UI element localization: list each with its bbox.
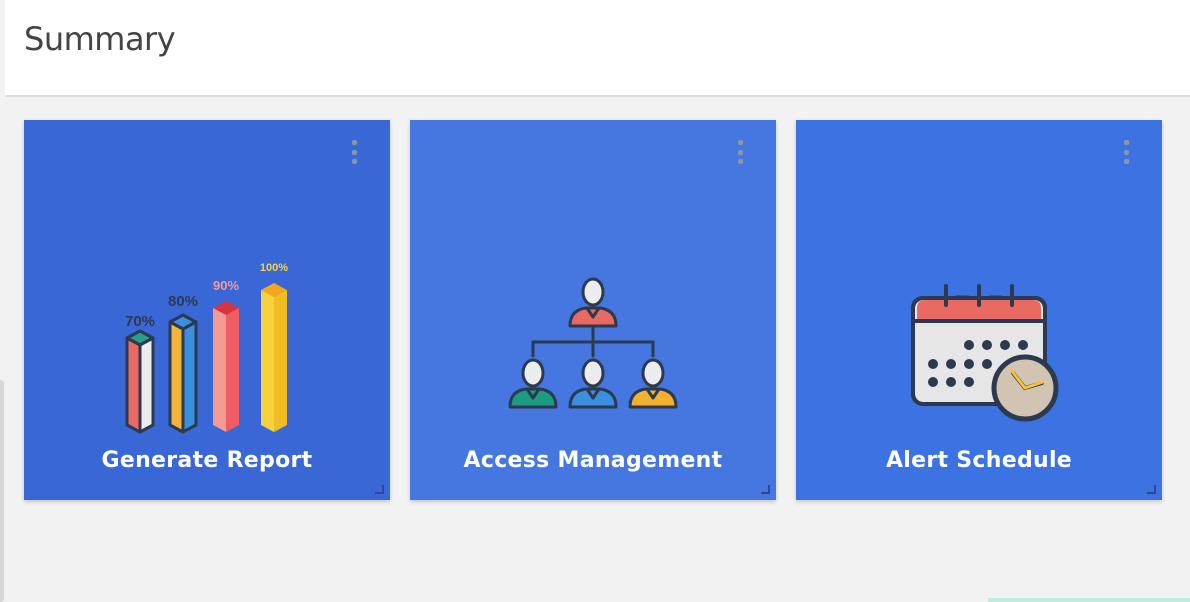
bar-chart-report-icon: 70% 80% 90% 100% <box>125 262 288 434</box>
user-middle-icon <box>568 358 618 409</box>
page-title: Summary <box>24 20 176 58</box>
tile-label: Access Management <box>463 448 723 473</box>
tile-label: Generate Report <box>101 448 313 473</box>
bar-value-label: 80% <box>168 293 198 310</box>
calendar-clock-icon <box>911 284 1059 422</box>
page: Summary 70% 80% 90% 100% Generate Report… <box>0 0 1190 602</box>
bottom-accent-bar <box>988 598 1190 602</box>
sidebar-edge <box>0 380 4 602</box>
tile-alert-schedule[interactable]: Alert Schedule <box>796 120 1162 500</box>
chart-bar-2 <box>168 313 198 434</box>
tile-label: Alert Schedule <box>885 448 1073 473</box>
tile-generate-report[interactable]: 70% 80% 90% 100% Generate Report <box>24 120 390 500</box>
tile-access-management[interactable]: Access Management <box>410 120 776 500</box>
bar-value-label: 70% <box>125 313 155 330</box>
user-left-icon <box>508 358 558 409</box>
chart-bar-1 <box>125 329 155 434</box>
user-top-icon <box>568 277 618 328</box>
bar-value-label: 90% <box>213 278 239 293</box>
org-chart-users-icon <box>508 277 678 409</box>
user-right-icon <box>628 358 678 409</box>
bar-value-label: 100% <box>260 262 288 274</box>
clock-icon <box>991 354 1059 422</box>
resize-handle-icon[interactable] <box>760 484 770 494</box>
page-header: Summary <box>5 0 1190 97</box>
resize-handle-icon[interactable] <box>1146 484 1156 494</box>
resize-handle-icon[interactable] <box>374 484 384 494</box>
chart-bar-4 <box>261 283 287 432</box>
chart-bar-3 <box>213 301 239 432</box>
